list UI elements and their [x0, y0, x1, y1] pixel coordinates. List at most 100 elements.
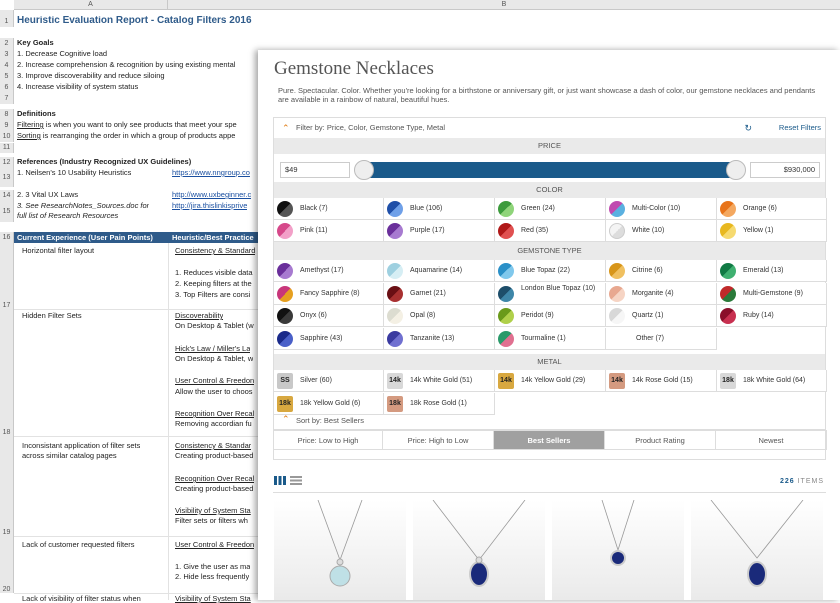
gemstone-option[interactable]: Peridot (9): [495, 305, 606, 327]
gemstone-option[interactable]: Fancy Sapphire (8): [274, 282, 384, 305]
heuristic-hicks[interactable]: Hick's Law / Miller's La: [175, 344, 250, 353]
gemstone-option[interactable]: Opal (8): [384, 305, 495, 327]
row-number[interactable]: 17: [0, 243, 14, 309]
column-header-a[interactable]: A: [14, 0, 168, 10]
heuristic-consistency-2[interactable]: Consistency & Standar: [175, 441, 251, 450]
heuristic-text[interactable]: 1. Give the user as ma: [175, 562, 250, 571]
gemstone-option[interactable]: Aquamarine (14): [384, 260, 495, 282]
gemstone-option[interactable]: Emerald (13): [717, 260, 827, 282]
product-card[interactable]: [691, 499, 823, 600]
color-option[interactable]: Yellow (1): [717, 220, 827, 242]
gemstone-option[interactable]: Onyx (6): [274, 305, 384, 327]
list-view-icon[interactable]: [290, 476, 302, 485]
gemstone-option[interactable]: Other (7): [606, 327, 717, 350]
pain-point-inconsistent[interactable]: Inconsistant application of filter sets: [22, 441, 140, 450]
gemstone-option[interactable]: Garnet (21): [384, 282, 495, 305]
gemstone-option[interactable]: Quartz (1): [606, 305, 717, 327]
def-sorting[interactable]: Sorting is rearranging the order in whic…: [17, 131, 235, 140]
ref-3-link[interactable]: http://jira.thislinkisprive: [172, 201, 247, 210]
color-option[interactable]: White (10): [606, 220, 717, 242]
metal-option[interactable]: 18k 18k White Gold (64): [717, 370, 827, 392]
sort-option-button[interactable]: Price: Low to High: [273, 430, 383, 450]
heuristic-text[interactable]: Removing accordian fu: [175, 419, 252, 428]
heuristic-text[interactable]: Allow the user to choos: [175, 387, 253, 396]
heuristic-user-control-2[interactable]: User Control & Freedon: [175, 540, 254, 549]
heuristic-text[interactable]: 2. Hide less frequently: [175, 572, 249, 581]
heuristic-text[interactable]: Creating product-based: [175, 451, 253, 460]
color-option[interactable]: Red (35): [495, 220, 606, 242]
ref-1-link[interactable]: https://www.nngroup.co: [172, 168, 250, 177]
row-number[interactable]: 1: [0, 16, 14, 27]
heuristic-user-control[interactable]: User Control & Freedon: [175, 376, 254, 385]
product-card[interactable]: [274, 499, 406, 600]
ref-1[interactable]: 1. Neilsen's 10 Usability Heuristics: [17, 168, 131, 177]
row-number[interactable]: 20: [0, 536, 14, 593]
key-goals-label[interactable]: Key Goals: [17, 38, 54, 47]
color-option[interactable]: Purple (17): [384, 220, 495, 242]
heuristic-text[interactable]: On Desktop & Tablet (w: [175, 321, 254, 330]
row-number[interactable]: 2: [0, 38, 14, 49]
heuristic-text[interactable]: Creating product-based: [175, 484, 253, 493]
sort-option-button[interactable]: Product Rating: [605, 430, 716, 450]
ref-3[interactable]: 3. See ResearchNotes_Sources.doc for: [17, 201, 149, 210]
pain-point-horizontal[interactable]: Horizontal filter layout: [22, 246, 94, 255]
heuristic-discoverability[interactable]: Discoverability: [175, 311, 223, 320]
row-number[interactable]: 5: [0, 71, 14, 82]
gemstone-option[interactable]: Morganite (4): [606, 282, 717, 305]
pain-point-inconsistent-2[interactable]: across similar catalog pages: [22, 451, 117, 460]
gemstone-option[interactable]: London Blue Topaz (10): [495, 282, 606, 305]
goal-4[interactable]: 4. Increase visibility of system status: [17, 82, 138, 91]
heuristic-visibility[interactable]: Visibility of System Sta: [175, 506, 251, 515]
metal-option[interactable]: SS Silver (60): [274, 370, 384, 392]
row-number[interactable]: 4: [0, 60, 14, 71]
references-label[interactable]: References (Industry Recognized UX Guide…: [17, 157, 191, 166]
color-option[interactable]: Multi-Color (10): [606, 198, 717, 220]
product-card[interactable]: [413, 499, 545, 600]
color-option[interactable]: Black (7): [274, 198, 384, 220]
sort-option-button[interactable]: Newest: [716, 430, 827, 450]
gemstone-option[interactable]: Sapphire (43): [274, 327, 384, 350]
gemstone-option[interactable]: Amethyst (17): [274, 260, 384, 282]
gemstone-option[interactable]: Tourmaline (1): [495, 327, 606, 350]
row-number[interactable]: 16: [0, 232, 14, 243]
sort-option-button[interactable]: Price: High to Low: [383, 430, 494, 450]
metal-option[interactable]: 14k 14k Rose Gold (15): [606, 370, 717, 392]
product-card[interactable]: [552, 499, 684, 600]
heuristic-consistency[interactable]: Consistency & Standard: [175, 246, 255, 255]
goal-1[interactable]: 1. Decrease Cognitive load: [17, 49, 107, 58]
row-number[interactable]: 11: [0, 143, 14, 153]
pain-point-hidden[interactable]: Hidden Filter Sets: [22, 311, 82, 320]
heuristic-recognition-2[interactable]: Recognition Over Recal: [175, 474, 254, 483]
sheet-title[interactable]: Heuristic Evaluation Report - Catalog Fi…: [17, 16, 252, 25]
pain-point-lack-filters[interactable]: Lack of customer requested filters: [22, 540, 135, 549]
heuristic-text[interactable]: 1. Reduces visible data: [175, 268, 253, 277]
definitions-label[interactable]: Definitions: [17, 109, 56, 118]
ref-2[interactable]: 2. 3 Vital UX Laws: [17, 190, 78, 199]
column-header-b[interactable]: B: [168, 0, 840, 10]
row-number[interactable]: 9: [0, 120, 14, 131]
ref-3-cont[interactable]: full list of Research Resources: [17, 211, 118, 220]
row-number[interactable]: 7: [0, 93, 14, 104]
header-heuristic[interactable]: Heuristic/Best Practice: [172, 232, 254, 243]
ref-2-link[interactable]: http://www.uxbeginner.c: [172, 190, 251, 199]
color-option[interactable]: Green (24): [495, 198, 606, 220]
def-filtering[interactable]: Filtering is when you want to only see p…: [17, 120, 237, 129]
gemstone-option[interactable]: Ruby (14): [717, 305, 827, 327]
heuristic-visibility-2[interactable]: Visibility of System Sta: [175, 594, 251, 603]
gemstone-option[interactable]: Blue Topaz (22): [495, 260, 606, 282]
price-min-input[interactable]: $49: [280, 162, 350, 178]
row-number[interactable]: 15: [0, 201, 14, 222]
row-number[interactable]: 18: [0, 309, 14, 436]
metal-option[interactable]: 14k 14k White Gold (51): [384, 370, 495, 392]
sort-bar[interactable]: ⌃ Sort by: Best Sellers: [273, 410, 826, 430]
color-option[interactable]: Blue (106): [384, 198, 495, 220]
row-number[interactable]: 6: [0, 82, 14, 93]
heuristic-text[interactable]: On Desktop & Tablet, w: [175, 354, 253, 363]
row-number[interactable]: 10: [0, 131, 14, 142]
price-slider-min-handle[interactable]: [354, 160, 374, 180]
price-slider-track[interactable]: [356, 162, 744, 178]
heuristic-text[interactable]: 3. Top Filters are consi: [175, 290, 250, 299]
row-number[interactable]: 14: [0, 190, 14, 201]
sort-option-button[interactable]: Best Sellers: [494, 430, 605, 450]
filter-bar[interactable]: ⌃ Filter by: Price, Color, Gemstone Type…: [274, 118, 827, 138]
